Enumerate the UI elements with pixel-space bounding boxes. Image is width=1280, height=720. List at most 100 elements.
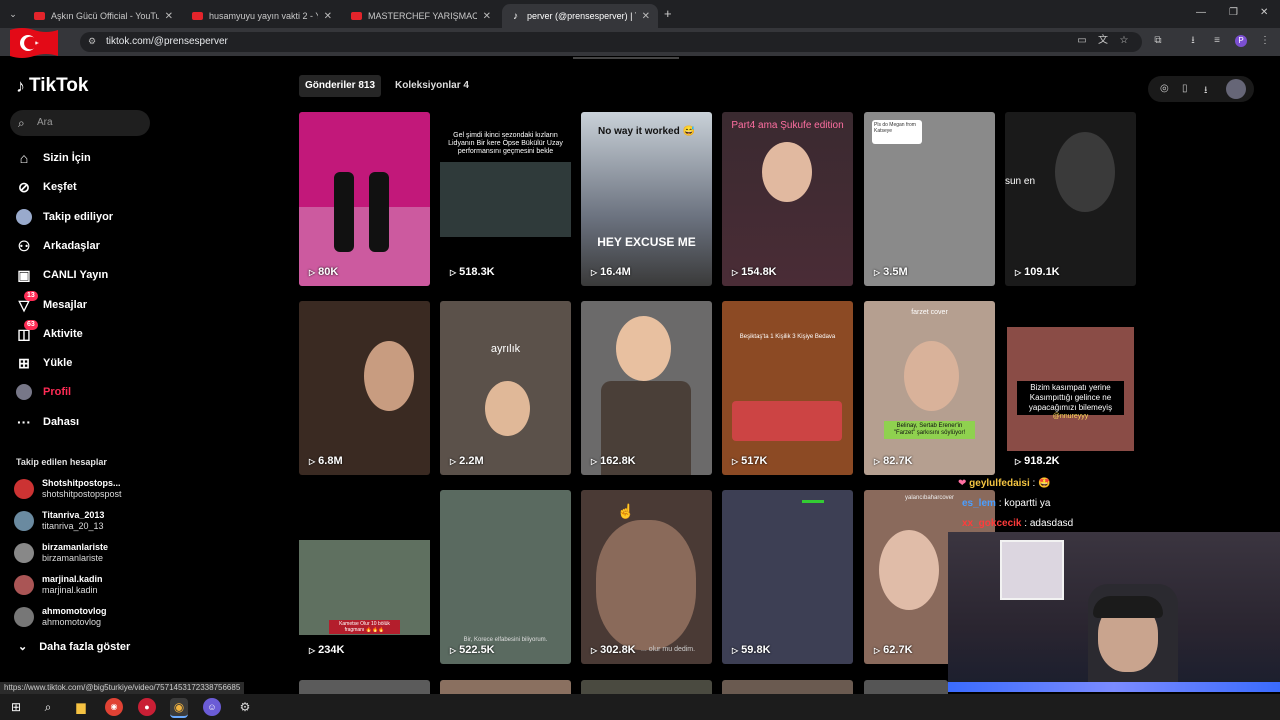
video-card[interactable]: Part4 ama Şukufe edition ▷ 154.8K	[722, 112, 853, 286]
face	[762, 142, 812, 202]
media-control-icon[interactable]: ≡	[1211, 35, 1223, 47]
video-card[interactable]: Beşiktaş'ta 1 Kişilik 3 Kişiye Bedava ▷ 5…	[722, 301, 853, 475]
nav-upload[interactable]: ⊞ Yükle	[16, 353, 72, 373]
video-caption-secondary: @nnureyyy	[1052, 413, 1089, 420]
video-caption: No way it worked 😅	[598, 126, 695, 137]
video-card[interactable]: ▷ 162.8K	[581, 301, 712, 475]
video-card[interactable]: Bir, Korece elfabesini biliyorum. ▷ 522.5…	[440, 490, 571, 664]
video-card[interactable]: ▷ 80K	[299, 112, 430, 286]
close-tab-icon[interactable]: ✕	[165, 11, 173, 22]
nav-explore[interactable]: ⊘ Keşfet	[16, 177, 77, 197]
face	[1055, 132, 1115, 212]
more-icon: ···	[17, 414, 31, 430]
video-card[interactable]: Kametse Olur 10 bölük fragmanı 🔥🔥🔥 ▷ 234K	[299, 490, 430, 664]
video-card[interactable]: sun en ▷ 109.1K	[1005, 112, 1136, 286]
video-card[interactable]: ... olur mu dedim. ▷ 302.8K	[581, 490, 712, 664]
show-more-button[interactable]: ⌄ Daha fazla göster	[18, 640, 130, 654]
device-icon[interactable]: ▯	[1182, 83, 1188, 94]
windows-start-icon[interactable]: ⊞	[7, 698, 25, 716]
video-card[interactable]	[864, 680, 948, 694]
discord-icon[interactable]: ☺	[203, 698, 221, 716]
view-count: ▷ 80K	[309, 266, 339, 278]
browser-tab[interactable]: husamyuyu yayın vakti 2 - YouTube ✕	[184, 4, 340, 28]
chrome-icon[interactable]: ◉	[105, 698, 123, 716]
video-card[interactable]: ▷ 6.8M	[299, 301, 430, 475]
play-icon: ▷	[1015, 457, 1022, 466]
search-input[interactable]: ⌕ Ara	[10, 110, 150, 136]
video-card[interactable]: ayrılık ▷ 2.2M	[440, 301, 571, 475]
followed-account[interactable]: Shotshitpostops... shotshitpostopspost	[14, 478, 122, 500]
file-explorer-icon[interactable]: ▆	[72, 698, 90, 716]
tiktok-note-icon: ♪	[16, 75, 25, 96]
video-card[interactable]: ▷ 59.8K	[722, 490, 853, 664]
close-tab-icon[interactable]: ✕	[483, 11, 491, 22]
maximize-button[interactable]: ❐	[1229, 7, 1238, 18]
followed-account[interactable]: ahmomotovlog ahmomotovlog	[14, 606, 107, 628]
browser-tab-active[interactable]: ♪ perver (@prensesperver) | TikTok ✕	[502, 4, 658, 28]
browser-tab[interactable]: MASTERCHEF YARIŞMACILARIN ✕	[343, 4, 499, 28]
video-card[interactable]: Bizim kasımpatı yerine Kasımpıttığı geli…	[1005, 301, 1136, 475]
face	[904, 341, 959, 411]
close-tab-icon[interactable]: ✕	[324, 11, 332, 22]
nav-more[interactable]: ··· Dahası	[16, 412, 79, 432]
profile-avatar-icon[interactable]: P	[1235, 35, 1247, 47]
table	[732, 401, 842, 441]
nav-messages[interactable]: ▽ 13 Mesajlar	[16, 291, 87, 315]
tab-search-icon[interactable]: ⌄	[6, 7, 20, 21]
nav-following[interactable]: Takip ediliyor	[16, 207, 113, 227]
heart-icon: ❤	[958, 478, 967, 489]
video-card[interactable]	[581, 680, 712, 694]
upload-icon: ⊞	[18, 355, 30, 371]
compass-icon: ⊘	[18, 179, 30, 195]
close-window-button[interactable]: ✕	[1260, 7, 1268, 18]
play-icon: ▷	[450, 268, 457, 277]
face	[364, 341, 414, 411]
nav-activity[interactable]: ◫ 63 Aktivite	[16, 320, 83, 344]
nav-profile[interactable]: Profil	[16, 382, 71, 402]
extensions-icon[interactable]: ⧉	[1152, 35, 1164, 47]
followed-account[interactable]: Titanriva_2013 titanriva_20_13	[14, 510, 104, 532]
user-avatar[interactable]	[1226, 79, 1246, 99]
dancer-figure	[369, 172, 389, 252]
download-icon[interactable]: ⭳	[1187, 35, 1199, 47]
cast-icon[interactable]: ▭	[1076, 35, 1088, 47]
avatar	[14, 543, 34, 563]
video-card[interactable]: No way it worked 😅 HEY EXCUSE ME ▷ 16.4M	[581, 112, 712, 286]
download-app-icon[interactable]: ⭳	[1204, 83, 1208, 100]
video-card[interactable]	[299, 680, 430, 694]
close-tab-icon[interactable]: ✕	[642, 11, 650, 22]
search-icon[interactable]: ⌕	[39, 698, 57, 716]
floating-toolbar: ◎ ▯ ⭳	[1148, 76, 1254, 102]
new-tab-button[interactable]: +	[664, 6, 672, 21]
chrome-active-icon[interactable]: ◉	[170, 698, 188, 718]
tiktok-logo[interactable]: ♪ TikTok	[16, 75, 88, 97]
view-count: ▷ 82.7K	[874, 455, 913, 467]
video-card[interactable]	[722, 680, 853, 694]
video-caption: farzet cover	[911, 309, 948, 316]
settings-gear-icon[interactable]: ⚙	[236, 698, 254, 716]
followed-account[interactable]: marjinal.kadin marjinal.kadin	[14, 574, 103, 596]
site-info-icon[interactable]: ⚙	[88, 36, 96, 47]
record-app-icon[interactable]: ●	[138, 698, 156, 716]
menu-kebab-icon[interactable]: ⋮	[1259, 35, 1271, 47]
play-icon: ▷	[309, 646, 316, 655]
nav-live[interactable]: ▣ CANLI Yayın	[16, 265, 108, 285]
bookmark-star-icon[interactable]: ☆	[1118, 35, 1130, 47]
followed-account[interactable]: birzamanlariste birzamanlariste	[14, 542, 108, 564]
video-card[interactable]: Gel şimdi ikinci sezondaki kızların Lidy…	[440, 112, 571, 286]
video-caption: Beşiktaş'ta 1 Kişilik 3 Kişiye Bedava	[739, 334, 836, 340]
minimize-button[interactable]: —	[1196, 7, 1206, 18]
tab-posts[interactable]: Gönderiler 813	[299, 75, 381, 97]
nav-friends[interactable]: ⚇ Arkadaşlar	[16, 236, 100, 256]
video-card[interactable]	[440, 680, 571, 694]
url-field[interactable]: tiktok.com/@prensesperver	[80, 32, 1142, 52]
video-card[interactable]: Pls do Megan from Katseye ▷ 3.5M	[864, 112, 995, 286]
tab-collections[interactable]: Koleksiyonlar 4	[395, 75, 469, 97]
view-count: ▷ 518.3K	[450, 266, 495, 278]
play-icon: ▷	[591, 646, 598, 655]
coin-icon[interactable]: ◎	[1160, 83, 1169, 94]
play-icon: ▷	[1015, 268, 1022, 277]
translate-icon[interactable]: 文	[1097, 35, 1109, 47]
nav-for-you[interactable]: ⌂ Sizin İçin	[16, 148, 91, 168]
video-card[interactable]: farzet cover Belinay, Sertab Erener'in "…	[864, 301, 995, 475]
